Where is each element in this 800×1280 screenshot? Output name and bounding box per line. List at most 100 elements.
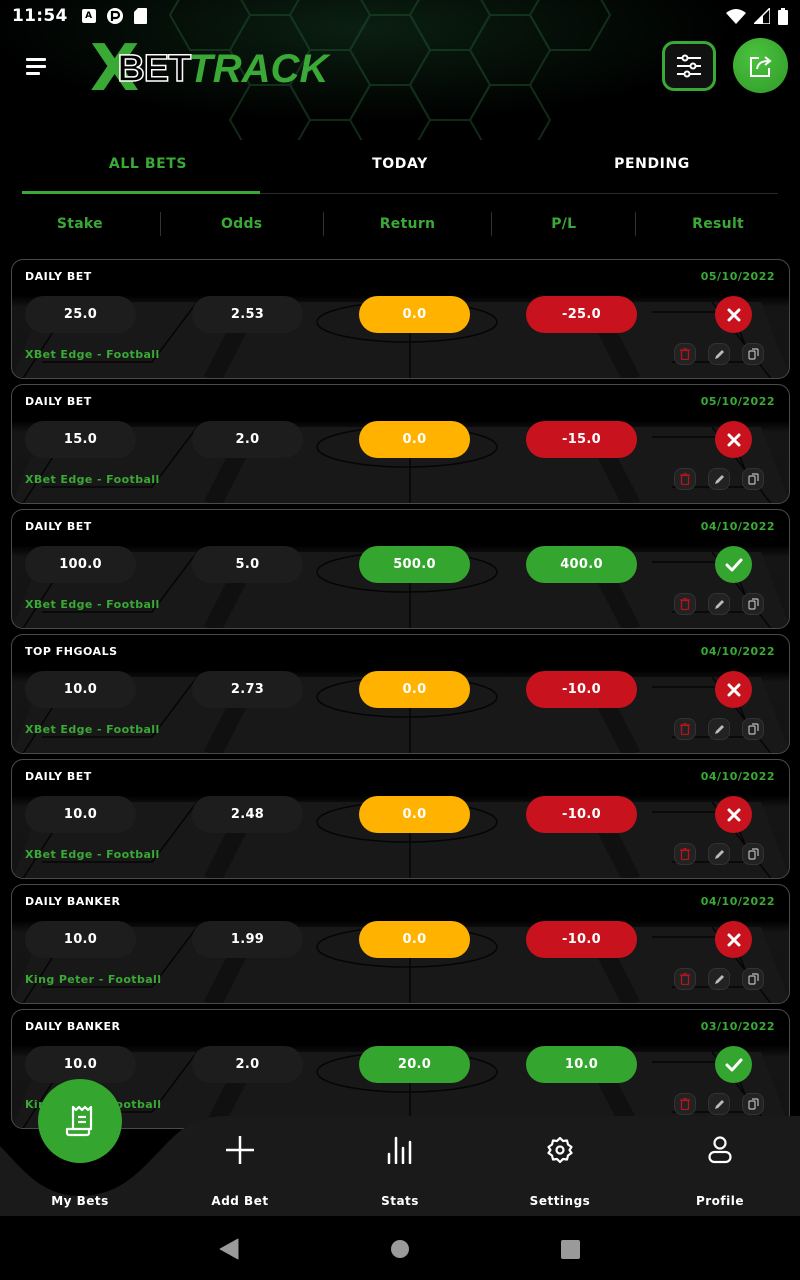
pl-value: -25.0 xyxy=(526,296,637,333)
nav-settings-label: Settings xyxy=(529,1194,591,1208)
card-actions xyxy=(674,468,764,490)
odds-value: 1.99 xyxy=(192,921,303,958)
plus-icon xyxy=(226,1136,254,1164)
copy-icon xyxy=(747,723,759,735)
nav-add-bet[interactable]: Add Bet xyxy=(160,1116,320,1216)
stake-value: 10.0 xyxy=(25,1046,136,1083)
back-icon[interactable] xyxy=(219,1238,239,1260)
bet-card[interactable]: DAILY BANKER 04/10/2022 10.0 1.99 0.0 -1… xyxy=(11,884,790,1004)
bet-card[interactable]: DAILY BANKER 03/10/2022 10.0 2.0 20.0 10… xyxy=(11,1009,790,1129)
nav-my-bets-fab[interactable] xyxy=(38,1079,122,1163)
copy-icon xyxy=(747,1098,759,1110)
edit-icon xyxy=(714,1099,724,1109)
stake-value: 100.0 xyxy=(25,546,136,583)
menu-button[interactable] xyxy=(26,58,48,78)
nav-settings[interactable]: Settings xyxy=(480,1116,640,1216)
bet-date: 04/10/2022 xyxy=(700,645,775,658)
edit-button[interactable] xyxy=(708,343,730,365)
edit-button[interactable] xyxy=(708,968,730,990)
delete-button[interactable] xyxy=(674,718,696,740)
odds-value: 5.0 xyxy=(192,546,303,583)
stake-value: 10.0 xyxy=(25,671,136,708)
edit-icon xyxy=(714,974,724,984)
return-value: 20.0 xyxy=(359,1046,470,1083)
nav-profile[interactable]: Profile xyxy=(640,1116,800,1216)
pl-value: -10.0 xyxy=(526,796,637,833)
delete-icon xyxy=(680,848,690,860)
delete-icon xyxy=(680,598,690,610)
pl-value: -15.0 xyxy=(526,421,637,458)
bet-title: DAILY BET xyxy=(25,520,92,533)
close-icon xyxy=(727,808,740,821)
delete-icon xyxy=(680,348,690,360)
share-export-icon xyxy=(749,55,772,77)
bet-title: TOP FHGOALS xyxy=(25,645,118,658)
result-badge xyxy=(715,296,752,333)
filter-button[interactable] xyxy=(662,41,716,91)
copy-button[interactable] xyxy=(742,843,764,865)
system-navigation-bar xyxy=(0,1216,800,1280)
nav-stats[interactable]: Stats xyxy=(320,1116,480,1216)
copy-button[interactable] xyxy=(742,968,764,990)
edit-button[interactable] xyxy=(708,593,730,615)
copy-button[interactable] xyxy=(742,1093,764,1115)
delete-button[interactable] xyxy=(674,1093,696,1115)
tab-today[interactable]: TODAY xyxy=(274,140,526,193)
home-icon[interactable] xyxy=(390,1238,410,1258)
edit-button[interactable] xyxy=(708,1093,730,1115)
delete-button[interactable] xyxy=(674,468,696,490)
delete-button[interactable] xyxy=(674,593,696,615)
battery-icon xyxy=(778,7,788,25)
copy-button[interactable] xyxy=(742,468,764,490)
nav-my-bets-label: My Bets xyxy=(51,1194,109,1208)
edit-button[interactable] xyxy=(708,843,730,865)
return-value: 0.0 xyxy=(359,296,470,333)
bet-card[interactable]: DAILY BET 04/10/2022 10.0 2.48 0.0 -10.0… xyxy=(11,759,790,879)
pl-value: 400.0 xyxy=(526,546,637,583)
pl-value: 10.0 xyxy=(526,1046,637,1083)
odds-value: 2.48 xyxy=(192,796,303,833)
result-badge xyxy=(715,671,752,708)
result-badge xyxy=(715,421,752,458)
bet-card[interactable]: DAILY BET 04/10/2022 100.0 5.0 500.0 400… xyxy=(11,509,790,629)
card-actions xyxy=(674,968,764,990)
pl-value: -10.0 xyxy=(526,671,637,708)
card-actions xyxy=(674,343,764,365)
bet-card[interactable]: DAILY BET 05/10/2022 25.0 2.53 0.0 -25.0… xyxy=(11,259,790,379)
logo-bet: BET xyxy=(117,47,193,91)
recents-icon[interactable] xyxy=(560,1238,581,1259)
copy-button[interactable] xyxy=(742,593,764,615)
bet-card[interactable]: DAILY BET 05/10/2022 15.0 2.0 0.0 -15.0 … xyxy=(11,384,790,504)
delete-button[interactable] xyxy=(674,968,696,990)
share-button[interactable] xyxy=(733,38,788,93)
result-badge xyxy=(715,546,752,583)
bet-card[interactable]: TOP FHGOALS 04/10/2022 10.0 2.73 0.0 -10… xyxy=(11,634,790,754)
sd-card-icon xyxy=(133,8,147,24)
close-icon xyxy=(727,433,740,446)
tab-pending[interactable]: PENDING xyxy=(526,140,778,193)
return-value: 0.0 xyxy=(359,796,470,833)
check-icon xyxy=(725,1058,742,1071)
edit-button[interactable] xyxy=(708,468,730,490)
copy-icon xyxy=(747,348,759,360)
odds-value: 2.0 xyxy=(192,421,303,458)
copy-button[interactable] xyxy=(742,343,764,365)
a-notification-icon: A xyxy=(81,9,96,23)
delete-icon xyxy=(680,973,690,985)
copy-button[interactable] xyxy=(742,718,764,740)
edit-button[interactable] xyxy=(708,718,730,740)
delete-button[interactable] xyxy=(674,843,696,865)
tab-all-bets[interactable]: ALL BETS xyxy=(22,140,274,194)
bet-title: DAILY BET xyxy=(25,770,92,783)
delete-button[interactable] xyxy=(674,343,696,365)
app-logo: X BET TRACK xyxy=(90,37,328,101)
odds-value: 2.0 xyxy=(192,1046,303,1083)
close-icon xyxy=(727,308,740,321)
column-stake: Stake xyxy=(56,216,103,232)
return-value: 0.0 xyxy=(359,421,470,458)
bet-source: XBet Edge - Football xyxy=(25,848,160,861)
column-pl: P/L xyxy=(551,216,577,232)
bet-date: 05/10/2022 xyxy=(700,395,775,408)
column-result: Result xyxy=(692,216,745,232)
odds-value: 2.53 xyxy=(192,296,303,333)
